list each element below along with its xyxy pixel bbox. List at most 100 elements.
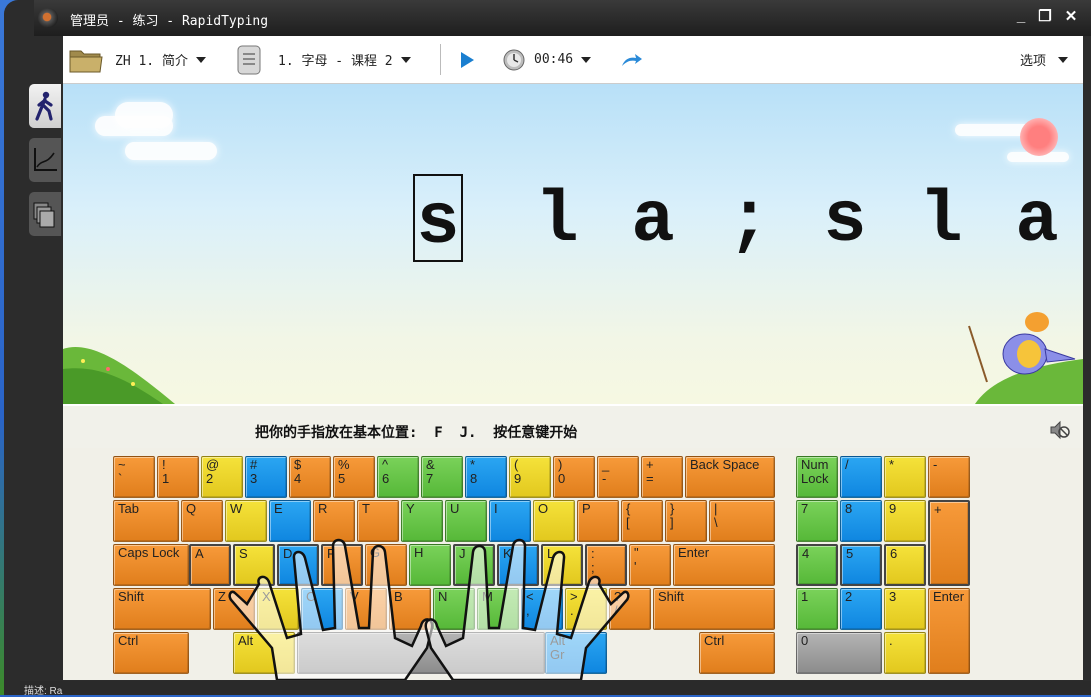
key-ctrl[interactable]: Ctrl [699, 632, 775, 674]
key-+-=[interactable]: + = [641, 456, 683, 498]
folder-icon [69, 50, 103, 72]
key-shift[interactable]: Shift [653, 588, 775, 630]
key-@-2[interactable]: @2 [201, 456, 243, 498]
numpad-key-/[interactable]: / [840, 456, 882, 498]
numpad-key-9[interactable]: 9 [884, 500, 926, 542]
sun-icon [1020, 118, 1058, 156]
key-*-8[interactable]: * 8 [465, 456, 507, 498]
key-{-[[interactable]: {[ [621, 500, 663, 542]
key-label: 0 [801, 633, 809, 648]
key-#-3[interactable]: #3 [245, 456, 287, 498]
key-(-9[interactable]: (9 [509, 456, 551, 498]
sidebar-item-statistics[interactable] [29, 138, 61, 182]
numpad-key-*[interactable]: * [884, 456, 926, 498]
key-label: _ [602, 457, 610, 472]
key-q[interactable]: Q [181, 500, 223, 542]
key-label: 8 [470, 471, 478, 486]
key-%-5[interactable]: % 5 [333, 456, 375, 498]
key-}-][interactable]: }] [665, 500, 707, 542]
sound-muted-icon[interactable] [1049, 420, 1071, 440]
instruction-text: 把你的手指放在基本位置: F J. 按任意键开始 [255, 425, 578, 441]
numpad-key-3[interactable]: 3 [884, 588, 926, 630]
key-label: 5 [338, 471, 346, 486]
key-i[interactable]: I [489, 500, 531, 542]
numpad-key-8[interactable]: 8 [840, 500, 882, 542]
key-p[interactable]: P [577, 500, 619, 542]
lesson-char: s [823, 180, 867, 262]
key-label: 9 [514, 471, 522, 486]
key-label: 4 [294, 471, 302, 486]
course-selector[interactable]: ZH 1. 简介 [69, 36, 206, 83]
key-tab[interactable]: Tab [113, 500, 179, 542]
key-enter[interactable]: Enter [673, 544, 775, 586]
key-w[interactable]: W [225, 500, 267, 542]
restart-button[interactable] [619, 36, 643, 83]
key-u[interactable]: U [445, 500, 487, 542]
timer-selector[interactable]: 00:46 [503, 36, 592, 83]
numpad-key-4[interactable]: 4 [796, 544, 838, 586]
key-label: 0 [558, 471, 566, 486]
key-caps-lock[interactable]: Caps Lock [113, 544, 189, 586]
key-$-4[interactable]: $4 [289, 456, 331, 498]
key-ctrl[interactable]: Ctrl [113, 632, 189, 674]
chevron-down-icon [1058, 56, 1069, 63]
key-back-space[interactable]: Back Space [685, 456, 775, 498]
numpad-key-1[interactable]: 1 [796, 588, 838, 630]
numpad-key--[interactable]: - [928, 456, 970, 498]
numpad-key-.[interactable]: . [884, 632, 926, 674]
key-t[interactable]: T [357, 500, 399, 542]
minimize-button[interactable]: _ [1012, 8, 1030, 26]
key-label: - [933, 457, 938, 472]
right-hand-outline [424, 538, 630, 680]
grass-hill-decoration [63, 347, 175, 404]
key-label: Tab [118, 501, 139, 516]
key-e[interactable]: E [269, 500, 311, 542]
current-char: s [413, 174, 463, 264]
key-label: 2 [206, 471, 214, 486]
sidebar-item-lessons[interactable] [29, 192, 61, 236]
play-button[interactable] [459, 36, 475, 83]
numpad-key-0[interactable]: 0 [796, 632, 882, 674]
options-label: 选项 [1020, 54, 1047, 69]
key-r[interactable]: R [313, 500, 355, 542]
key-label: A [195, 546, 204, 561]
key-o[interactable]: O [533, 500, 575, 542]
key-label: 7 [801, 501, 809, 516]
numpad-key-num-lock[interactable]: Num Lock [796, 456, 838, 498]
walking-person-icon [35, 91, 53, 121]
key-)-0[interactable]: ) 0 [553, 456, 595, 498]
key-label: . [889, 633, 893, 648]
hint-bar: 把你的手指放在基本位置: F J. 按任意键开始 [63, 404, 1083, 450]
key-label: 1 [162, 471, 170, 486]
key-!-1[interactable]: ! 1 [157, 456, 199, 498]
key-label: ) [558, 457, 563, 472]
numpad-key-enter[interactable]: Enter [928, 588, 970, 674]
options-menu[interactable]: 选项 [1020, 36, 1069, 83]
key-label: I [494, 501, 498, 516]
key-^-6[interactable]: ^ 6 [377, 456, 419, 498]
title-bar[interactable]: 管理员 - 练习 - RapidTyping _ ❐ ✕ [34, 0, 1091, 36]
key-shift[interactable]: Shift [113, 588, 211, 630]
key-label: 3 [250, 471, 258, 486]
key-a[interactable]: A [189, 544, 231, 586]
key-~-`[interactable]: ~ ` [113, 456, 155, 498]
key-label: \ [714, 515, 718, 530]
key-|-\[interactable]: | \ [709, 500, 775, 542]
maximize-button[interactable]: ❐ [1036, 8, 1054, 26]
sidebar-item-practice[interactable] [29, 84, 61, 128]
key-&-7[interactable]: & 7 [421, 456, 463, 498]
numpad-key-2[interactable]: 2 [840, 588, 882, 630]
numpad-key-7[interactable]: 7 [796, 500, 838, 542]
numpad-key-6[interactable]: 6 [884, 544, 926, 586]
key-"-'[interactable]: " ' [629, 544, 671, 586]
key-label: " [634, 545, 639, 560]
document-icon [237, 45, 261, 74]
key-_--[interactable]: _ - [597, 456, 639, 498]
key-y[interactable]: Y [401, 500, 443, 542]
lesson-selector[interactable]: 1. 字母 - 课程 2 [237, 36, 411, 83]
numpad-key-5[interactable]: 5 [840, 544, 882, 586]
close-button[interactable]: ✕ [1062, 8, 1080, 26]
numpad-key-+[interactable]: + [928, 500, 970, 586]
course-label: ZH 1. 简介 [115, 54, 188, 69]
key-label: P [582, 501, 591, 516]
